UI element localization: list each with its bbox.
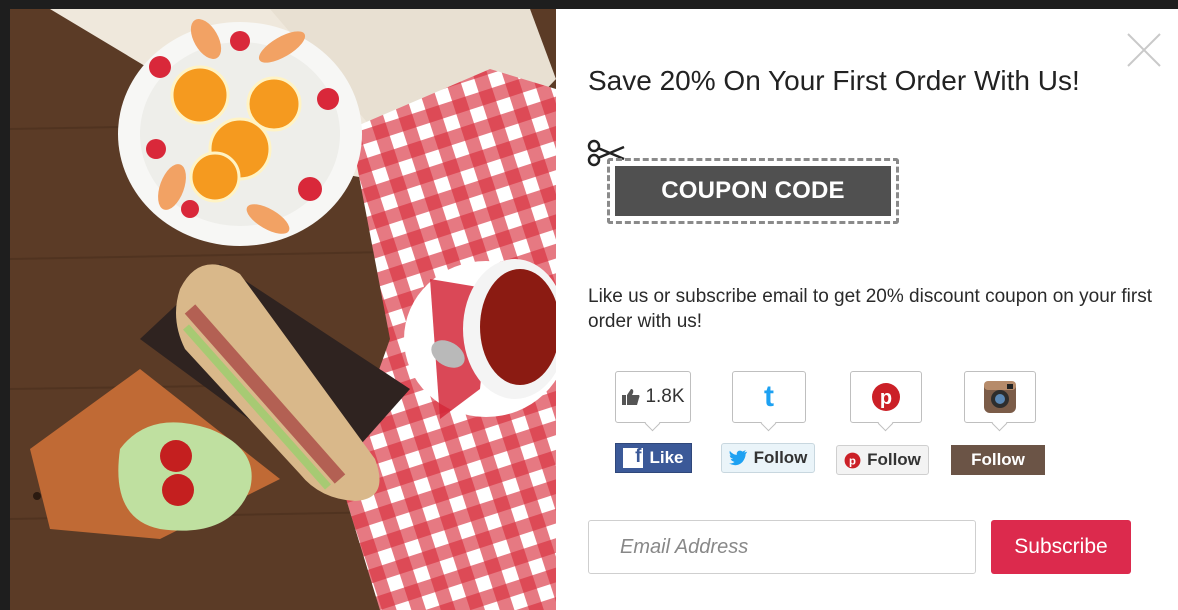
food-photo [10, 9, 556, 610]
facebook-like-button[interactable]: f Like [615, 443, 692, 473]
pinterest-bubble: p [850, 371, 922, 423]
facebook-count-bubble: 1.8K [615, 371, 691, 423]
twitter-bird-icon [728, 450, 747, 466]
instagram-icon [984, 381, 1016, 413]
coupon-cutout: COUPON CODE [607, 158, 899, 224]
page-backdrop: Save 20% On Your First Order With Us! CO… [0, 0, 1178, 610]
pinterest-follow-label: Follow [867, 450, 921, 469]
thumbs-up-icon [622, 389, 640, 405]
coupon-code[interactable]: COUPON CODE [615, 166, 891, 216]
instagram-follow-button[interactable]: Follow [951, 445, 1045, 475]
pinterest-follow-button[interactable]: p Follow [836, 445, 929, 475]
coupon-panel: Save 20% On Your First Order With Us! CO… [556, 9, 1178, 610]
twitter-follow-label: Follow [753, 448, 808, 467]
close-button[interactable] [1125, 31, 1163, 69]
svg-text:p: p [849, 455, 856, 467]
close-icon [1127, 33, 1161, 67]
svg-text:p: p [880, 387, 892, 409]
twitter-icon: t [764, 380, 774, 413]
facebook-like-count: 1.8K [645, 386, 685, 407]
facebook-icon: f [623, 446, 644, 468]
twitter-bubble: t [732, 371, 806, 423]
pinterest-icon: p [872, 383, 900, 411]
subscribe-button[interactable]: Subscribe [991, 520, 1131, 574]
pinterest-small-icon: p [844, 452, 861, 468]
offer-description: Like us or subscribe email to get 20% di… [588, 286, 1152, 332]
twitter-follow-button[interactable]: Follow [721, 443, 815, 473]
email-input[interactable] [588, 520, 976, 574]
food-photo-image [10, 9, 556, 610]
facebook-like-label: Like [649, 448, 684, 467]
coupon-popup: Save 20% On Your First Order With Us! CO… [10, 9, 1178, 610]
instagram-bubble [964, 371, 1036, 423]
instagram-follow-label: Follow [971, 450, 1025, 469]
popup-headline: Save 20% On Your First Order With Us! [588, 65, 1080, 96]
